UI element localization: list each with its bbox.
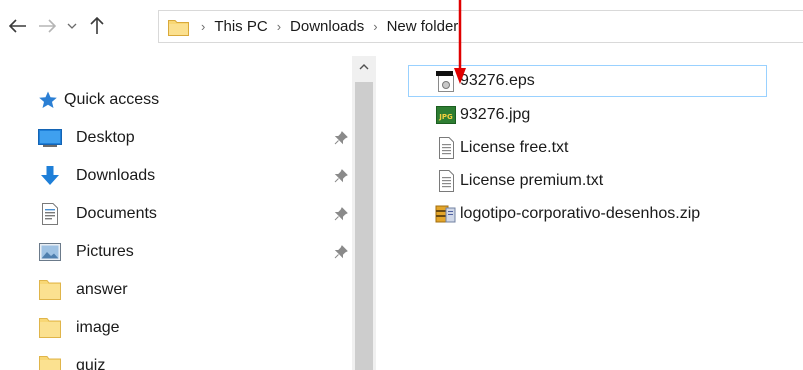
zip-file-icon [434, 202, 458, 226]
file-name: License free.txt [460, 138, 569, 156]
file-item-zip[interactable]: logotipo-corporativo-desenhos.zip [408, 197, 700, 230]
sidebar-item-image[interactable]: image [0, 309, 352, 347]
sidebar-item-pictures[interactable]: Pictures [0, 233, 352, 271]
arrow-left-icon [9, 19, 26, 33]
chevron-down-icon [67, 23, 77, 29]
sidebar-item-downloads[interactable]: Downloads [0, 157, 352, 195]
sidebar-item-answer[interactable]: answer [0, 271, 352, 309]
arrow-right-icon [39, 19, 56, 33]
breadcrumb-downloads[interactable]: Downloads [290, 18, 364, 35]
folder-icon [38, 279, 62, 301]
pictures-icon [38, 241, 62, 263]
file-item-license-free[interactable]: License free.txt [408, 131, 569, 164]
scroll-thumb[interactable] [355, 82, 373, 370]
sidebar-item-documents[interactable]: Documents [0, 195, 352, 233]
sidebar-item-label: Downloads [76, 167, 156, 184]
jpg-file-icon: JPG [434, 103, 458, 127]
file-item-jpg[interactable]: JPG 93276.jpg [408, 98, 530, 131]
sidebar-item-quick-access[interactable]: Quick access [0, 81, 352, 119]
back-button[interactable] [6, 15, 30, 37]
forward-button[interactable] [36, 15, 58, 37]
file-name: 93276.eps [460, 72, 535, 89]
navigation-pane: Quick access Desktop Downloads Documents… [0, 56, 352, 370]
sidebar-item-label: answer [76, 281, 128, 298]
sidebar-item-label: Quick access [64, 91, 160, 108]
folder-icon [38, 355, 62, 370]
up-button[interactable] [86, 15, 108, 37]
sidebar-item-label: Documents [76, 205, 157, 222]
star-icon [36, 89, 60, 111]
address-bar[interactable]: › This PC › Downloads › New folder [158, 10, 803, 43]
file-name: 93276.jpg [460, 105, 531, 123]
chevron-right-icon[interactable]: › [373, 19, 377, 34]
file-name: logotipo-corporativo-desenhos.zip [460, 204, 701, 222]
recent-locations-button[interactable] [64, 15, 80, 37]
chevron-right-icon: › [201, 19, 206, 34]
chevron-up-icon [359, 64, 369, 70]
sidebar-item-label: Pictures [76, 243, 134, 260]
documents-icon [38, 203, 62, 225]
desktop-icon [38, 127, 62, 149]
scroll-up-button[interactable] [352, 56, 376, 78]
folder-icon [38, 317, 62, 339]
chevron-right-icon[interactable]: › [277, 19, 281, 34]
pin-icon [333, 206, 349, 222]
text-file-icon [434, 136, 458, 160]
sidebar-scrollbar[interactable] [352, 56, 376, 370]
breadcrumb-this-pc[interactable]: This PC [214, 18, 267, 35]
file-item-license-premium[interactable]: License premium.txt [408, 164, 603, 197]
pin-icon [333, 130, 349, 146]
pin-icon [333, 244, 349, 260]
arrow-up-icon [90, 17, 104, 34]
address-toolbar: › This PC › Downloads › New folder [0, 0, 803, 56]
download-arrow-icon [38, 165, 62, 187]
file-name: License premium.txt [460, 171, 604, 189]
breadcrumb-new-folder[interactable]: New folder [387, 18, 459, 35]
svg-text:JPG: JPG [438, 113, 453, 121]
sidebar-item-quiz[interactable]: quiz [0, 347, 352, 370]
sidebar-item-desktop[interactable]: Desktop [0, 119, 352, 157]
folder-icon [168, 18, 189, 36]
sidebar-item-label: image [76, 319, 120, 336]
text-file-icon [434, 169, 458, 193]
annotation-arrow-icon [454, 0, 466, 84]
sidebar-item-label: Desktop [76, 129, 135, 146]
file-list: 93276.eps JPG 93276.jpg License free.txt [400, 56, 803, 370]
sidebar-item-label: quiz [76, 357, 106, 370]
pin-icon [333, 168, 349, 184]
